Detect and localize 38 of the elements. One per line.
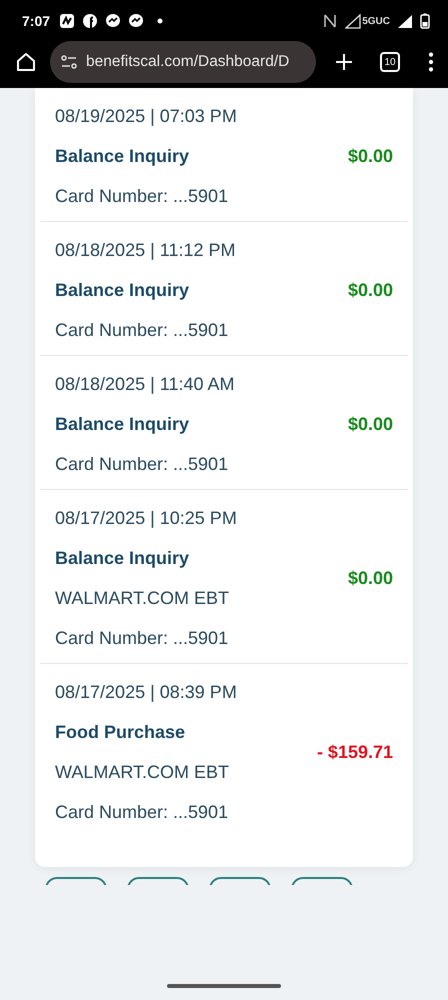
transaction-amount: $0.00 xyxy=(348,280,393,301)
dot-icon xyxy=(157,18,164,24)
transaction-date: 08/18/2025 | 11:12 PM xyxy=(55,240,236,261)
merchant-name: WALMART.COM EBT xyxy=(55,762,230,783)
card-number: Card Number: ...5901 xyxy=(55,320,230,341)
transaction-amount: - $159.71 xyxy=(316,742,393,763)
merchant-name: WALMART.COM EBT xyxy=(55,588,230,609)
transaction-type: Food Purchase xyxy=(55,722,186,743)
transaction-amount: $0.00 xyxy=(348,414,393,435)
tab-count-button[interactable]: 10 xyxy=(380,52,400,72)
transaction-date: 08/19/2025 | 07:03 PM xyxy=(55,106,238,127)
notification-icon xyxy=(59,13,76,29)
menu-icon[interactable] xyxy=(428,51,434,73)
signal-icon xyxy=(397,13,413,29)
card-number: Card Number: ...5901 xyxy=(55,454,230,475)
battery-icon xyxy=(420,13,430,29)
transaction-amount: $0.00 xyxy=(348,568,393,589)
card-number: Card Number: ...5901 xyxy=(55,628,230,649)
transaction-date: 08/18/2025 | 11:40 AM xyxy=(55,374,236,395)
transaction-amount: $0.00 xyxy=(348,146,393,167)
site-settings-icon[interactable] xyxy=(60,53,78,71)
transaction-type: Balance Inquiry xyxy=(55,548,190,569)
address-bar[interactable]: benefitscal.com/Dashboard/D xyxy=(50,41,316,83)
card-number: Card Number: ...5901 xyxy=(55,186,230,207)
transaction-type: Balance Inquiry xyxy=(55,146,190,167)
status-time: 7:07 xyxy=(22,13,50,29)
transaction-date: 08/17/2025 | 10:25 PM xyxy=(55,508,238,529)
card-number: Card Number: ...5901 xyxy=(55,802,230,823)
chat-icon xyxy=(105,13,122,29)
notification-icon xyxy=(82,13,98,29)
transaction-type: Balance Inquiry xyxy=(55,414,190,435)
nfc-icon xyxy=(322,13,338,29)
signal-icon xyxy=(345,13,362,29)
home-icon[interactable] xyxy=(14,50,38,74)
chat-icon xyxy=(128,13,144,29)
transaction-type: Balance Inquiry xyxy=(55,280,190,301)
transaction-date: 08/17/2025 | 08:39 PM xyxy=(55,682,238,703)
network-label: 5GUC xyxy=(362,16,390,26)
